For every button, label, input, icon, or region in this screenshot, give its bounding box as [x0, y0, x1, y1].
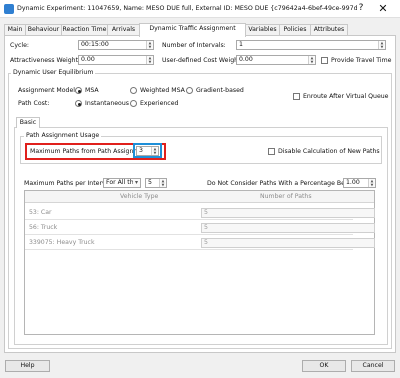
per-interval-count-value: 5	[148, 179, 152, 186]
table-header: Vehicle Type Number of Paths	[25, 191, 374, 203]
cycle-field[interactable]: 00:15:00 ▲ ▼	[78, 40, 154, 50]
user-cost-field[interactable]: 0.00 ▲ ▼	[236, 55, 316, 65]
model-msa-radio[interactable]	[75, 87, 82, 94]
vehicle-paths-table: Vehicle Type Number of Paths 53: Car 5 5…	[24, 190, 375, 335]
attractiveness-spinner[interactable]: ▲ ▼	[146, 56, 153, 64]
paths-cell[interactable]: 5	[201, 223, 375, 233]
app-icon	[4, 4, 14, 14]
assignment-model-label: Assignment Model:	[18, 87, 78, 94]
vehicle-type-cell: 56: Truck	[29, 224, 58, 231]
intervals-spinner[interactable]: ▲ ▼	[378, 41, 385, 49]
paths-cell[interactable]: 5	[201, 238, 375, 248]
max-paths-spinner[interactable]: ▲ ▼	[151, 147, 158, 155]
cost-experienced-label: Experienced	[140, 100, 179, 107]
table-row[interactable]: 53: Car 5	[25, 206, 375, 220]
percentage-threshold-label: Do Not Consider Paths With a Percentage …	[207, 180, 358, 187]
tab-basic[interactable]: Basic	[16, 117, 40, 128]
cost-experienced-radio[interactable]	[130, 100, 137, 107]
intervals-value: 1	[239, 41, 243, 48]
column-number-of-paths: Number of Paths	[260, 193, 312, 200]
close-icon[interactable]: ✕	[374, 2, 392, 16]
cycle-label: Cycle:	[10, 42, 29, 49]
cost-instantaneous-radio[interactable]	[75, 100, 82, 107]
percentage-threshold-value: 1.00	[346, 179, 360, 186]
paths-cell[interactable]: 5	[201, 208, 375, 218]
cancel-button[interactable]: Cancel	[351, 360, 395, 372]
per-interval-select-value: For All th	[106, 179, 134, 186]
per-interval-count-field[interactable]: 5 ▲ ▼	[145, 178, 167, 188]
disable-new-paths-label: Disable Calculation of New Paths	[278, 148, 380, 155]
due-group-title: Dynamic User Equilibrium	[11, 69, 96, 76]
intervals-label: Number of Intervals:	[162, 42, 226, 49]
provide-travel-time-checkbox[interactable]	[321, 57, 328, 64]
attractiveness-value: 0.00	[81, 56, 95, 63]
tab-dynamic-traffic-assignment[interactable]: Dynamic Traffic Assignment	[139, 23, 246, 37]
table-row[interactable]: 56: Truck 5	[25, 221, 375, 235]
cycle-value: 00:15:00	[81, 41, 109, 48]
user-cost-spinner[interactable]: ▲ ▼	[308, 56, 315, 64]
per-interval-select[interactable]: For All th ▾	[103, 178, 141, 188]
table-row[interactable]: 339075: Heavy Truck 5	[25, 236, 375, 250]
cost-instantaneous-label: Instantaneous	[85, 100, 129, 107]
per-interval-label: Maximum Paths per Interval:	[24, 180, 114, 187]
model-msa-label: MSA	[85, 87, 99, 94]
vehicle-type-cell: 53: Car	[29, 209, 52, 216]
title-bar: Dynamic Experiment: 11047659, Name: MESO…	[0, 0, 400, 18]
enroute-label: Enroute After Virtual Queue	[303, 93, 389, 100]
percentage-threshold-field[interactable]: 1.00 ▲ ▼	[343, 178, 376, 188]
max-paths-field[interactable]: 3 ▲ ▼	[136, 146, 159, 156]
per-interval-count-spinner[interactable]: ▲ ▼	[159, 179, 166, 187]
column-vehicle-type: Vehicle Type	[120, 193, 159, 200]
window-title: Dynamic Experiment: 11047659, Name: MESO…	[17, 5, 357, 12]
path-cost-label: Path Cost:	[18, 100, 50, 107]
vehicle-type-cell: 339075: Heavy Truck	[29, 239, 95, 246]
percentage-threshold-spinner[interactable]: ▲ ▼	[368, 179, 375, 187]
provide-travel-time-label: Provide Travel Time	[331, 57, 392, 64]
disable-new-paths-checkbox[interactable]	[268, 148, 275, 155]
model-gradient-label: Gradient-based	[196, 87, 244, 94]
model-gradient-radio[interactable]	[186, 87, 193, 94]
model-weighted-msa-label: Weighted MSA	[140, 87, 185, 94]
ok-button[interactable]: OK	[302, 360, 346, 372]
user-cost-value: 0.00	[239, 56, 253, 63]
attractiveness-label: Attractiveness Weight:	[10, 57, 81, 64]
intervals-field[interactable]: 1 ▲ ▼	[236, 40, 386, 50]
attractiveness-field[interactable]: 0.00 ▲ ▼	[78, 55, 154, 65]
usage-group-title: Path Assignment Usage	[24, 132, 102, 139]
user-cost-label: User-defined Cost Weight:	[162, 57, 243, 64]
model-weighted-msa-radio[interactable]	[130, 87, 137, 94]
chevron-down-icon[interactable]: ▾	[133, 179, 140, 187]
enroute-checkbox[interactable]	[293, 93, 300, 100]
cycle-spinner[interactable]: ▲ ▼	[146, 41, 153, 49]
max-paths-value: 3	[139, 147, 143, 154]
help-button[interactable]: Help	[5, 360, 50, 372]
help-icon[interactable]: ?	[354, 3, 368, 15]
